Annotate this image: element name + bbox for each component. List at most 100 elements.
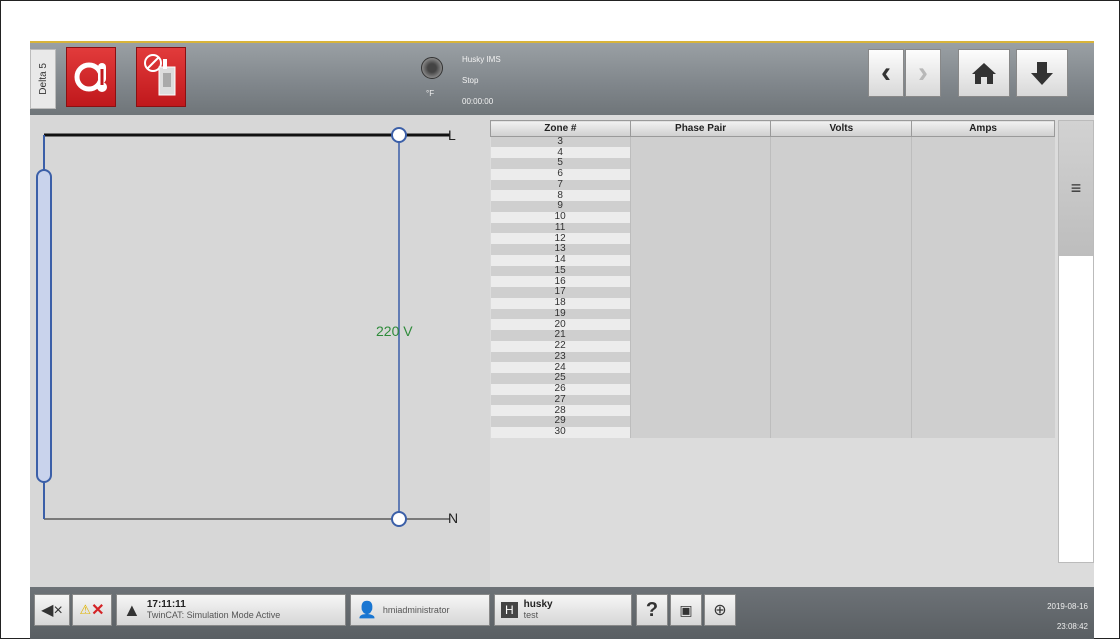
empty-cell bbox=[629, 383, 771, 395]
zone-cell: 27 bbox=[490, 394, 631, 406]
user-button[interactable]: 👤 hmiadministrator bbox=[350, 594, 490, 626]
table-row[interactable]: 4 bbox=[490, 147, 1055, 158]
table-row[interactable]: 29 bbox=[490, 416, 1055, 427]
table-row[interactable]: 24 bbox=[490, 362, 1055, 373]
table-row[interactable]: 28 bbox=[490, 405, 1055, 416]
col-zone[interactable]: Zone # bbox=[490, 120, 631, 137]
empty-cell bbox=[911, 222, 1055, 234]
table-row[interactable]: 23 bbox=[490, 351, 1055, 363]
empty-cell bbox=[911, 373, 1055, 384]
table-row[interactable]: 9 bbox=[490, 201, 1055, 212]
empty-cell bbox=[770, 297, 912, 309]
zone-cell: 21 bbox=[490, 330, 631, 341]
node-L[interactable] bbox=[391, 127, 407, 143]
empty-cell bbox=[770, 330, 912, 341]
table-row[interactable]: 22 bbox=[490, 341, 1055, 352]
table-row[interactable]: 12 bbox=[490, 233, 1055, 244]
empty-cell bbox=[770, 254, 912, 266]
table-row[interactable]: 27 bbox=[490, 394, 1055, 406]
zone-cell: 25 bbox=[490, 373, 631, 384]
node-N[interactable] bbox=[391, 511, 407, 527]
alarm-message-button[interactable]: ▲ 17:11:11 TwinCAT: Simulation Mode Acti… bbox=[116, 594, 346, 626]
table-row[interactable]: 3 bbox=[490, 136, 1055, 148]
table-row[interactable]: 5 bbox=[490, 158, 1055, 169]
table-row[interactable]: 7 bbox=[490, 179, 1055, 191]
empty-cell bbox=[911, 426, 1055, 438]
table-row[interactable]: 25 bbox=[490, 373, 1055, 384]
empty-cell bbox=[911, 287, 1055, 298]
table-row[interactable]: 13 bbox=[490, 244, 1055, 255]
empty-cell bbox=[911, 362, 1055, 373]
zone-cell: 20 bbox=[490, 319, 631, 330]
language-button[interactable]: ⊕ bbox=[704, 594, 736, 626]
col-phase-pair[interactable]: Phase Pair bbox=[629, 120, 772, 137]
table-row[interactable]: 19 bbox=[490, 308, 1055, 320]
zone-cell: 28 bbox=[490, 405, 631, 416]
table-row[interactable]: 26 bbox=[490, 383, 1055, 395]
download-button[interactable] bbox=[1016, 49, 1068, 97]
forward-button[interactable]: › bbox=[905, 49, 941, 97]
table-row[interactable]: 8 bbox=[490, 190, 1055, 201]
alarm-clear-button[interactable]: ⚠ ✕ bbox=[72, 594, 112, 626]
home-button[interactable] bbox=[958, 49, 1010, 97]
empty-cell bbox=[911, 233, 1055, 244]
table-row[interactable]: 20 bbox=[490, 319, 1055, 330]
empty-cell bbox=[911, 405, 1055, 416]
zone-cell: 26 bbox=[490, 384, 631, 395]
empty-cell bbox=[911, 394, 1055, 406]
help-button[interactable]: ? bbox=[636, 594, 668, 626]
org-sub: test bbox=[523, 610, 539, 620]
alarm-thermometer-button[interactable] bbox=[66, 47, 116, 107]
back-button[interactable]: ‹ bbox=[868, 49, 904, 97]
table-row[interactable]: 16 bbox=[490, 276, 1055, 287]
scroll-thumb[interactable]: ≡ bbox=[1059, 121, 1093, 256]
alarm-message: TwinCAT: Simulation Mode Active bbox=[146, 610, 281, 620]
zone-cell: 17 bbox=[490, 287, 631, 298]
empty-cell bbox=[770, 147, 912, 158]
organization-button[interactable]: H husky test bbox=[494, 594, 632, 626]
table-row[interactable]: 17 bbox=[490, 287, 1055, 298]
empty-cell bbox=[629, 168, 771, 180]
empty-cell bbox=[629, 373, 771, 384]
voltage-label: 220 V bbox=[376, 323, 413, 339]
mute-button[interactable]: ◀× bbox=[34, 594, 70, 626]
heater-disabled-button[interactable] bbox=[136, 47, 186, 107]
empty-cell bbox=[629, 405, 771, 416]
table-row[interactable]: 10 bbox=[490, 211, 1055, 223]
table-row[interactable]: 15 bbox=[490, 265, 1055, 277]
husky-logo-icon: H bbox=[501, 602, 518, 618]
zone-cell: 7 bbox=[490, 179, 631, 191]
empty-cell bbox=[770, 201, 912, 212]
zone-cell: 8 bbox=[490, 190, 631, 201]
empty-cell bbox=[911, 244, 1055, 255]
table-row[interactable]: 21 bbox=[490, 330, 1055, 341]
zone-cell: 14 bbox=[490, 255, 631, 266]
empty-cell bbox=[911, 265, 1055, 277]
zone-cell: 11 bbox=[490, 222, 631, 234]
table-row[interactable]: 14 bbox=[490, 254, 1055, 266]
empty-cell bbox=[911, 147, 1055, 158]
empty-cell bbox=[629, 179, 771, 191]
chevron-right-icon: › bbox=[918, 56, 928, 89]
table-row[interactable]: 30 bbox=[490, 426, 1055, 438]
empty-cell bbox=[629, 416, 771, 427]
empty-cell bbox=[911, 416, 1055, 427]
side-tab[interactable]: Delta 5 bbox=[30, 49, 56, 109]
col-amps[interactable]: Amps bbox=[911, 120, 1055, 137]
empty-cell bbox=[770, 211, 912, 223]
empty-cell bbox=[629, 211, 771, 223]
alarm-time: 17:11:11 bbox=[146, 599, 186, 610]
zone-cell: 10 bbox=[490, 212, 631, 223]
vertical-scrollbar[interactable]: ≡ bbox=[1058, 120, 1094, 563]
col-volts[interactable]: Volts bbox=[770, 120, 913, 137]
alert-triangle-icon: ▲ bbox=[123, 599, 141, 620]
user-icon: 👤 bbox=[357, 602, 377, 619]
screenshot-button[interactable]: ▣ bbox=[670, 594, 702, 626]
hamburger-menu-icon: ≡ bbox=[1070, 178, 1082, 198]
table-row[interactable]: 18 bbox=[490, 297, 1055, 309]
zone-table-body: 3 4 5 6 7 8 9 10 11 12 13 14 15 16 17 18 19 20 21 22 23 24 25 2… bbox=[490, 136, 1055, 438]
table-row[interactable]: 6 bbox=[490, 168, 1055, 180]
heater-disabled-icon bbox=[144, 54, 176, 96]
table-row[interactable]: 11 bbox=[490, 222, 1055, 234]
empty-cell bbox=[770, 426, 912, 438]
